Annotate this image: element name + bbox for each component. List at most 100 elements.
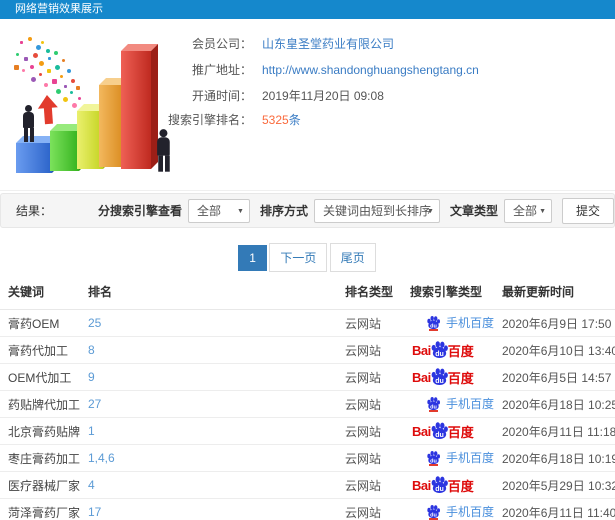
sort-select-value: 关键词由短到长排序 xyxy=(322,204,431,218)
bar-chart-illustration xyxy=(6,31,188,183)
baidu-logo-cn-text: 百度 xyxy=(447,370,474,386)
baidu-logo: Bai du 百度 xyxy=(412,475,474,496)
search-engine-cell: du 手机百度 xyxy=(410,498,502,520)
summary-section: 会员公司： 山东皇圣堂药业有限公司 推广地址： http://www.shandon… xyxy=(0,19,615,191)
baidu-paw-icon: du xyxy=(431,367,448,385)
info-field-label: 搜索引擎排名： xyxy=(167,113,252,127)
mobile-baidu-label: 手机百度 xyxy=(446,396,495,411)
baidu-logo: Bai du 百度 xyxy=(412,340,474,361)
baidu-logo-bai-text: Bai xyxy=(412,369,431,385)
keyword-cell: 北京膏药贴牌 xyxy=(0,417,88,445)
mobile-baidu-logo: du 手机百度 xyxy=(426,449,495,467)
info-field-label: 开通时间： xyxy=(191,89,252,103)
filter-bar: 结果： 分搜索引擎查看 全部 ▼ 排序方式 关键词由短到长排序 ▼ 文章类型 全… xyxy=(0,193,615,228)
last-page-button[interactable]: 尾页 xyxy=(329,243,376,272)
baidu-logo: Bai du 百度 xyxy=(412,421,474,442)
chart-bar-blue xyxy=(16,143,52,173)
column-header: 最新更新时间 xyxy=(502,278,615,310)
chevron-down-icon: ▼ xyxy=(237,207,244,215)
keyword-cell: 枣庄膏药加工 xyxy=(0,444,88,472)
keyword-cell: 药贴牌代加工 xyxy=(0,390,88,418)
baidu-logo-cn-text: 百度 xyxy=(447,424,474,440)
info-field-label: 会员公司： xyxy=(191,37,252,51)
mobile-baidu-label: 手机百度 xyxy=(446,450,495,465)
mobile-baidu-label: 手机百度 xyxy=(446,504,495,519)
info-field: 会员公司： 山东皇圣堂药业有限公司 xyxy=(160,35,615,53)
info-field-value: 2019年11月20日 09:08 xyxy=(262,89,384,103)
baidu-logo-cn-text: 百度 xyxy=(447,343,474,359)
pagination: 1 下一页 尾页 xyxy=(0,243,615,272)
baidu-paw-icon: du xyxy=(426,396,441,413)
keyword-cell: OEM代加工 xyxy=(0,363,88,391)
baidu-paw-icon: du xyxy=(431,475,448,493)
update-time-cell: 2020年6月18日 10:19 xyxy=(502,444,615,472)
info-field-label: 推广地址： xyxy=(191,63,252,77)
submit-button[interactable]: 提交 xyxy=(562,197,614,224)
rank-link[interactable]: 1,4,6 xyxy=(88,444,345,472)
engine-select[interactable]: 全部 ▼ xyxy=(187,198,250,223)
update-time-cell: 2020年5月29日 10:32 xyxy=(502,471,615,499)
update-time-cell: 2020年6月18日 10:25 xyxy=(502,390,615,418)
table-header-row: 关键词 排名 排名类型 搜索引擎类型 最新更新时间 xyxy=(0,278,615,310)
svg-text:du: du xyxy=(435,351,444,358)
rank-link[interactable]: 17 xyxy=(88,498,345,520)
svg-text:du: du xyxy=(435,378,444,385)
page-title: 网络营销效果展示 xyxy=(15,3,103,15)
table-row: 药贴牌代加工 27 云网站 du 手机百度 2020年6月18日 10:25 xyxy=(0,390,615,418)
info-field: 开通时间： 2019年11月20日 09:08 xyxy=(160,87,615,105)
column-header: 关键词 xyxy=(0,278,88,310)
sort-select[interactable]: 关键词由短到长排序 ▼ xyxy=(313,198,440,223)
keyword-cell: 膏药代加工 xyxy=(0,336,88,364)
businessman-figure-left xyxy=(23,105,35,143)
rank-type-cell: 云网站 xyxy=(345,363,410,391)
result-label: 结果： xyxy=(16,204,53,218)
mobile-baidu-label: 手机百度 xyxy=(446,315,495,330)
rank-type-cell: 云网站 xyxy=(345,336,410,364)
info-field-value: 5325条 xyxy=(262,113,301,127)
info-field-value[interactable]: http://www.shandonghuangshengtang.cn xyxy=(262,63,479,77)
info-field: 推广地址： http://www.shandonghuangshengtang.c… xyxy=(160,61,615,79)
column-header: 搜索引擎类型 xyxy=(410,278,502,310)
rank-link[interactable]: 25 xyxy=(88,309,345,337)
page-1-button[interactable]: 1 xyxy=(238,245,267,271)
baidu-paw-icon: du xyxy=(426,504,441,520)
keyword-cell: 医疗器械厂家 xyxy=(0,471,88,499)
rank-link[interactable]: 9 xyxy=(88,363,345,391)
up-arrow-icon xyxy=(36,94,59,125)
rank-link[interactable]: 8 xyxy=(88,336,345,364)
table-row: 膏药代加工 8 云网站 Bai du 百度 2020年6月10日 13:40 xyxy=(0,336,615,364)
search-engine-cell: du 手机百度 xyxy=(410,309,502,337)
results-table: 关键词 排名 排名类型 搜索引擎类型 最新更新时间 膏药OEM 25 云网站 du xyxy=(0,278,615,520)
update-time-cell: 2020年6月9日 17:50 xyxy=(502,309,615,337)
table-row: 菏泽膏药厂家 17 云网站 du 手机百度 2020年6月11日 11:40 xyxy=(0,498,615,520)
red-underline-decoration xyxy=(429,410,438,413)
engine-select-value: 全部 xyxy=(196,204,221,218)
rank-type-cell: 云网站 xyxy=(345,309,410,337)
search-engine-cell: Bai du 百度 xyxy=(410,336,502,364)
svg-text:du: du xyxy=(435,486,444,493)
info-field: 搜索引擎排名： 5325条 xyxy=(160,111,615,129)
search-engine-cell: Bai du 百度 xyxy=(410,363,502,391)
search-engine-cell: du 手机百度 xyxy=(410,444,502,472)
rank-type-cell: 云网站 xyxy=(345,444,410,472)
search-engine-cell: Bai du 百度 xyxy=(410,471,502,499)
mobile-baidu-logo: du 手机百度 xyxy=(426,395,495,413)
app-header: 网络营销效果展示 xyxy=(0,0,615,19)
search-engine-cell: Bai du 百度 xyxy=(410,417,502,445)
rank-link[interactable]: 27 xyxy=(88,390,345,418)
next-page-button[interactable]: 下一页 xyxy=(269,243,328,272)
update-time-cell: 2020年6月5日 14:57 xyxy=(502,363,615,391)
red-underline-decoration xyxy=(429,329,438,332)
filter-controls: 分搜索引擎查看 全部 ▼ 排序方式 关键词由短到长排序 ▼ 文章类型 全部 ▼ … xyxy=(88,197,614,224)
rank-type-cell: 云网站 xyxy=(345,417,410,445)
column-header: 排名类型 xyxy=(345,278,410,310)
rank-link[interactable]: 4 xyxy=(88,471,345,499)
article-type-label: 文章类型 xyxy=(449,204,498,218)
svg-text:du: du xyxy=(435,432,444,439)
baidu-logo-cn-text: 百度 xyxy=(447,478,474,494)
article-type-select[interactable]: 全部 ▼ xyxy=(504,198,552,223)
sort-filter-label: 排序方式 xyxy=(259,204,308,218)
rank-link[interactable]: 1 xyxy=(88,417,345,445)
businessman-figure-right xyxy=(157,129,171,173)
info-field-value[interactable]: 山东皇圣堂药业有限公司 xyxy=(262,37,394,51)
